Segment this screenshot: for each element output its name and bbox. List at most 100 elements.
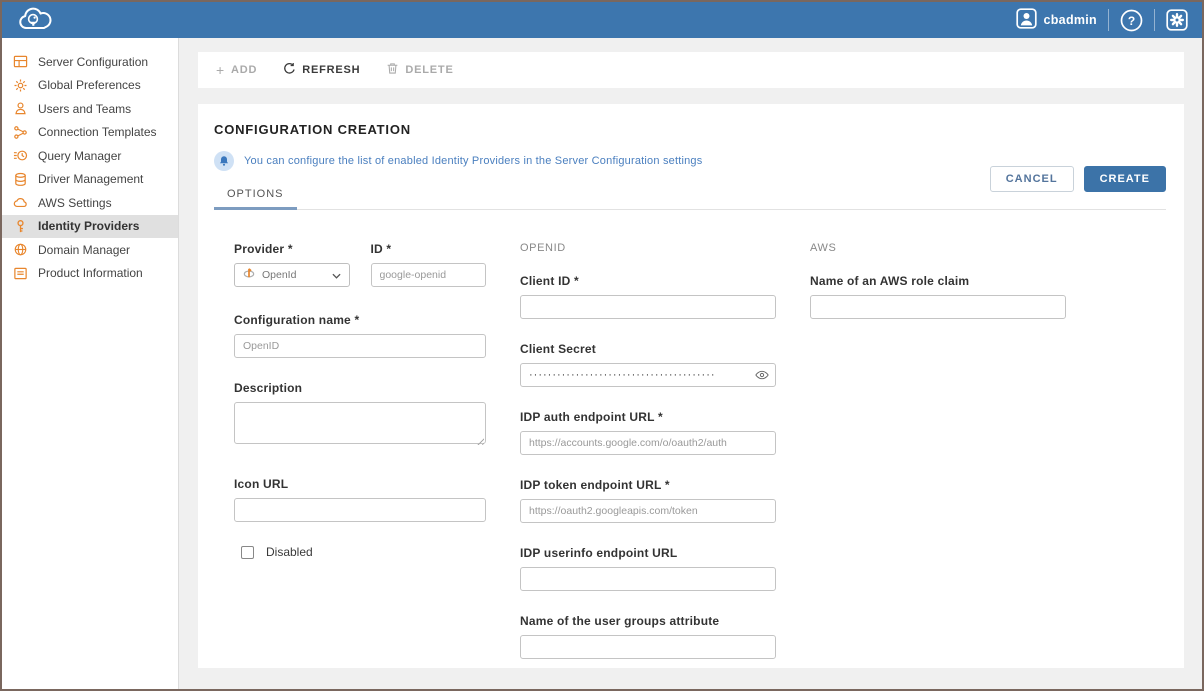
delete-button[interactable]: DELETE <box>386 62 453 78</box>
sidebar-item-domain-manager[interactable]: Domain Manager <box>2 238 178 262</box>
idp-userinfo-endpoint-input[interactable] <box>520 567 776 591</box>
description-label: Description <box>234 381 486 395</box>
client-secret-input[interactable] <box>520 363 776 387</box>
app-window: cbadmin ? <box>0 0 1204 691</box>
sidebar-item-label: AWS Settings <box>38 196 112 210</box>
topbar-divider <box>1154 9 1155 31</box>
icon-url-field: Icon URL <box>234 477 486 522</box>
help-button[interactable]: ? <box>1120 9 1143 32</box>
sidebar-item-label: Domain Manager <box>38 243 130 257</box>
sidebar-item-label: Connection Templates <box>38 125 157 139</box>
user-groups-attribute-field: Name of the user groups attribute <box>520 614 776 659</box>
cancel-button[interactable]: CANCEL <box>990 166 1074 192</box>
topbar-divider <box>1108 9 1109 31</box>
add-button[interactable]: + ADD <box>216 62 257 78</box>
top-bar: cbadmin ? <box>2 2 1202 38</box>
sidebar-item-label: Driver Management <box>38 172 143 186</box>
description-field: Description <box>234 381 486 449</box>
openid-column: OPENID Client ID * Client Secret <box>520 242 776 682</box>
cloud-icon <box>12 195 28 211</box>
sidebar-item-driver-management[interactable]: Driver Management <box>2 168 178 192</box>
description-textarea[interactable] <box>234 402 486 444</box>
trash-icon <box>386 62 399 78</box>
user-groups-attribute-label: Name of the user groups attribute <box>520 614 776 628</box>
main-content: + ADD REFRESH DELETE <box>180 38 1202 689</box>
id-field: ID * <box>371 242 487 287</box>
user-name: cbadmin <box>1044 13 1098 27</box>
sidebar-item-users-and-teams[interactable]: Users and Teams <box>2 97 178 121</box>
sidebar-item-product-information[interactable]: Product Information <box>2 262 178 286</box>
create-button[interactable]: CREATE <box>1084 166 1166 192</box>
panel-actions: CANCEL CREATE <box>990 166 1166 192</box>
provider-field: Provider * OpenId <box>234 242 350 287</box>
user-menu[interactable]: cbadmin <box>1016 8 1098 32</box>
icon-url-label: Icon URL <box>234 477 486 491</box>
key-icon <box>12 218 28 234</box>
user-groups-attribute-input[interactable] <box>520 635 776 659</box>
eye-icon[interactable] <box>755 368 769 387</box>
general-column: Provider * OpenId <box>234 242 486 682</box>
sidebar-item-query-manager[interactable]: Query Manager <box>2 144 178 168</box>
add-label: ADD <box>231 64 257 76</box>
id-input[interactable] <box>371 263 487 287</box>
client-id-input[interactable] <box>520 295 776 319</box>
idp-auth-endpoint-label: IDP auth endpoint URL * <box>520 410 776 424</box>
icon-url-input[interactable] <box>234 498 486 522</box>
client-id-label: Client ID * <box>520 274 776 288</box>
client-secret-label: Client Secret <box>520 342 776 356</box>
document-icon <box>12 265 28 281</box>
sidebar-item-identity-providers[interactable]: Identity Providers <box>2 215 178 239</box>
aws-section-title: AWS <box>810 242 1066 257</box>
sidebar-item-aws-settings[interactable]: AWS Settings <box>2 191 178 215</box>
sidebar-item-label: Identity Providers <box>38 219 139 233</box>
info-text: You can configure the list of enabled Id… <box>244 155 702 167</box>
tab-options[interactable]: OPTIONS <box>214 182 297 210</box>
refresh-icon <box>283 62 296 78</box>
globe-icon <box>12 242 28 258</box>
disabled-checkbox-row[interactable]: Disabled <box>234 545 486 559</box>
question-glyph: ? <box>1128 14 1135 28</box>
chevron-down-icon <box>332 266 341 284</box>
sidebar-item-global-preferences[interactable]: Global Preferences <box>2 74 178 98</box>
user-icon <box>1016 8 1037 32</box>
configuration-creation-panel: CONFIGURATION CREATION You can configure… <box>198 104 1184 668</box>
settings-button[interactable] <box>1166 9 1188 31</box>
idp-token-endpoint-input[interactable] <box>520 499 776 523</box>
disabled-checkbox[interactable] <box>241 546 254 559</box>
sidebar-item-server-configuration[interactable]: Server Configuration <box>2 50 178 74</box>
database-icon <box>12 171 28 187</box>
cloudbeaver-logo-icon[interactable] <box>16 6 56 34</box>
provider-value: OpenId <box>262 269 325 281</box>
sidebar-item-label: Query Manager <box>38 149 121 163</box>
id-label: ID * <box>371 242 487 256</box>
idp-auth-endpoint-field: IDP auth endpoint URL * <box>520 410 776 455</box>
refresh-button[interactable]: REFRESH <box>283 62 360 78</box>
client-id-field: Client ID * <box>520 274 776 319</box>
idp-token-endpoint-field: IDP token endpoint URL * <box>520 478 776 523</box>
sidebar-item-label: Users and Teams <box>38 102 131 116</box>
query-clock-icon <box>12 148 28 164</box>
provider-select[interactable]: OpenId <box>234 263 350 287</box>
provider-label: Provider * <box>234 242 350 256</box>
idp-userinfo-endpoint-label: IDP userinfo endpoint URL <box>520 546 776 560</box>
bell-icon <box>214 151 234 171</box>
delete-label: DELETE <box>405 64 453 76</box>
sidebar-item-label: Server Configuration <box>38 55 148 69</box>
aws-role-claim-field: Name of an AWS role claim <box>810 274 1066 319</box>
idp-token-endpoint-label: IDP token endpoint URL * <box>520 478 776 492</box>
configuration-name-input[interactable] <box>234 334 486 358</box>
configuration-name-label: Configuration name * <box>234 313 486 327</box>
idp-userinfo-endpoint-field: IDP userinfo endpoint URL <box>520 546 776 591</box>
aws-column: AWS Name of an AWS role claim <box>810 242 1066 682</box>
user-icon <box>12 101 28 117</box>
items-toolbar: + ADD REFRESH DELETE <box>198 52 1184 88</box>
admin-sidebar: Server Configuration Global Preferences … <box>2 38 179 689</box>
identity-provider-form: Provider * OpenId <box>214 210 1166 682</box>
sidebar-item-connection-templates[interactable]: Connection Templates <box>2 121 178 145</box>
openid-logo-icon <box>243 266 255 284</box>
panel-title: CONFIGURATION CREATION <box>214 122 1166 137</box>
sidebar-item-label: Product Information <box>38 266 143 280</box>
idp-auth-endpoint-input[interactable] <box>520 431 776 455</box>
aws-role-claim-input[interactable] <box>810 295 1066 319</box>
disabled-label: Disabled <box>266 545 313 559</box>
